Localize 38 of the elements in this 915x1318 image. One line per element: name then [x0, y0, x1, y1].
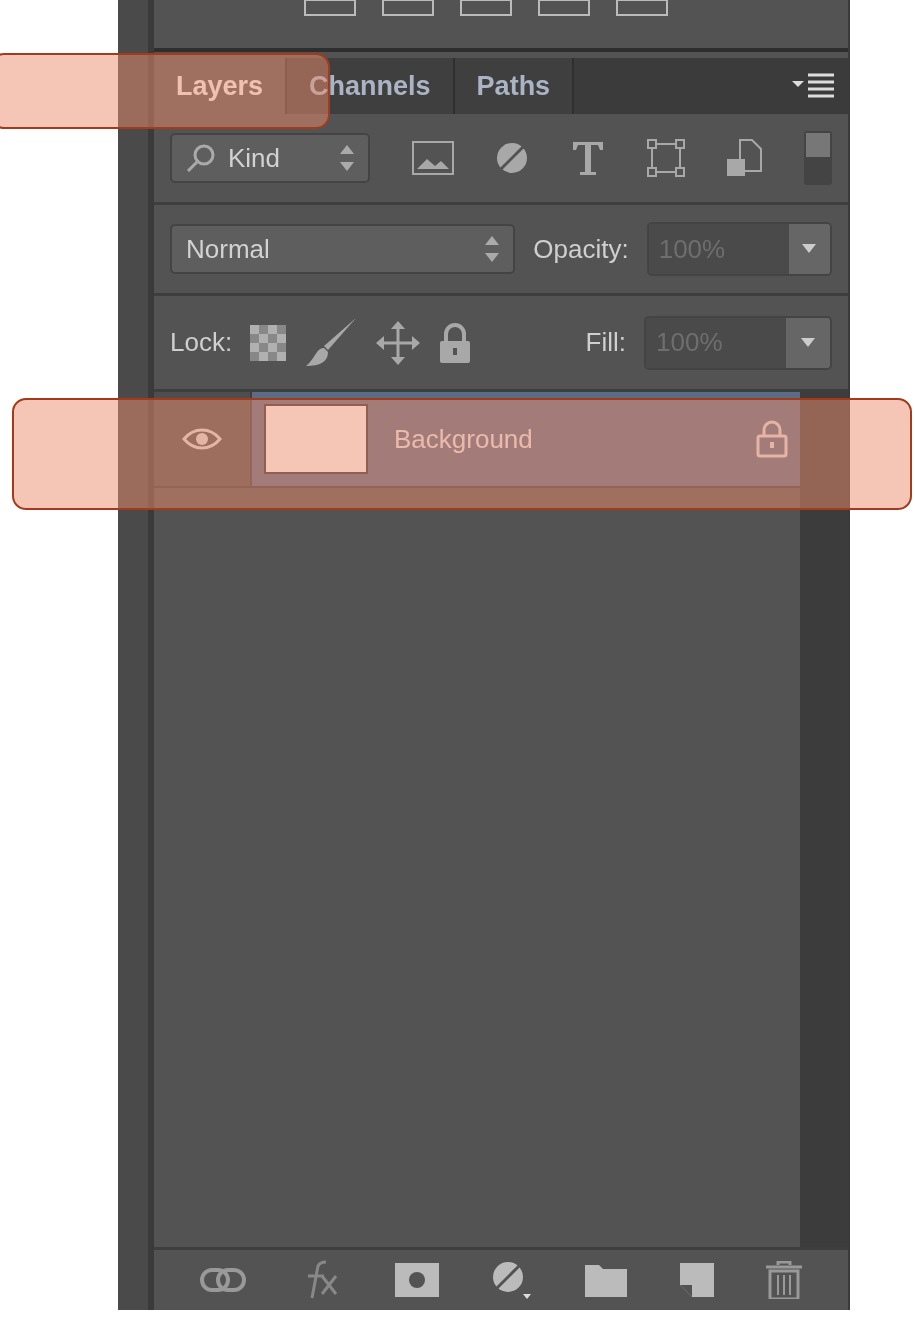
opacity-label: Opacity:: [533, 233, 629, 265]
mask-icon[interactable]: [394, 1263, 439, 1297]
panel-menu-icon[interactable]: [792, 73, 836, 99]
folder-icon[interactable]: [585, 1263, 628, 1297]
toolbar-icon[interactable]: [382, 0, 434, 16]
smart-object-filter-icon[interactable]: [726, 139, 763, 177]
type-filter-icon[interactable]: [571, 140, 605, 176]
toolbar-icon[interactable]: [304, 0, 356, 16]
panel-tab[interactable]: Layers: [154, 58, 288, 114]
toolbar-icon[interactable]: [538, 0, 590, 16]
toolbar-icon[interactable]: [616, 0, 668, 16]
updown-arrows-icon: [485, 236, 500, 262]
eye-icon: [182, 427, 222, 451]
caret-icon: [802, 244, 817, 254]
link-icon[interactable]: [200, 1267, 247, 1293]
panel-tab[interactable]: Paths: [454, 58, 575, 114]
scrollbar-track[interactable]: [800, 392, 848, 1247]
lock-transparent-pixels-icon[interactable]: [250, 324, 287, 361]
search-icon: [186, 143, 216, 173]
adjustment-filter-icon[interactable]: [495, 141, 530, 175]
fill-label: Fill:: [585, 327, 626, 358]
image-filter-icon[interactable]: [411, 141, 454, 175]
visibility-toggle[interactable]: [154, 392, 252, 486]
updown-arrows-icon: [340, 145, 354, 171]
shape-filter-icon[interactable]: [646, 139, 685, 177]
lock-icon[interactable]: [438, 322, 473, 363]
new-layer-icon[interactable]: [679, 1263, 714, 1297]
adjustment-circle-icon[interactable]: [491, 1260, 533, 1300]
caret-icon: [801, 337, 815, 348]
toolbar-icon[interactable]: [460, 0, 512, 16]
trash-icon[interactable]: [765, 1261, 802, 1299]
layer-name: Background: [394, 423, 534, 455]
lock-icon: [756, 420, 788, 458]
blend-mode-select[interactable]: Normal: [170, 224, 516, 274]
move-arrows-icon[interactable]: [376, 320, 421, 365]
filter-toggle-icon[interactable]: [804, 131, 833, 185]
lock-label: Lock:: [170, 327, 233, 358]
filter-kind-select[interactable]: Kind: [170, 133, 370, 183]
